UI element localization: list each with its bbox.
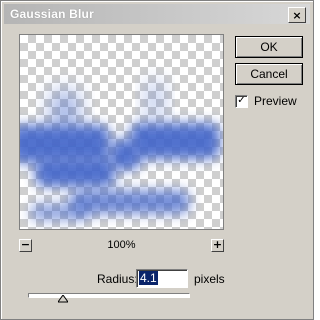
preview-label: Preview (254, 94, 297, 108)
gaussian-blur-dialog: Gaussian Blur × − 100% + OK Cancel ✓ Pre… (0, 0, 314, 320)
preview-toggle[interactable]: ✓ Preview (235, 94, 297, 108)
zoom-in-button[interactable]: + (211, 239, 224, 252)
zoom-controls: − 100% + (19, 239, 224, 253)
blur-preview-image[interactable] (19, 34, 224, 230)
ok-button[interactable]: OK (235, 36, 303, 58)
close-button[interactable]: × (288, 7, 306, 23)
radius-value: 4.1 (139, 271, 158, 285)
radius-units: pixels (194, 272, 225, 286)
preview-checkbox[interactable]: ✓ (235, 94, 248, 108)
dialog-title: Gaussian Blur (10, 7, 94, 21)
close-icon: × (292, 8, 302, 22)
cancel-button[interactable]: Cancel (235, 63, 303, 85)
radius-slider-thumb[interactable] (58, 295, 69, 303)
radius-label: Radius: (97, 272, 138, 286)
title-bar[interactable]: Gaussian Blur × (4, 4, 310, 24)
radius-slider-track[interactable] (28, 293, 190, 298)
radius-input[interactable]: 4.1 (136, 269, 188, 288)
zoom-level: 100% (107, 239, 136, 251)
preview-blur-graphic (20, 80, 220, 221)
plus-icon: + (212, 238, 223, 251)
checkmark-icon: ✓ (237, 95, 246, 106)
